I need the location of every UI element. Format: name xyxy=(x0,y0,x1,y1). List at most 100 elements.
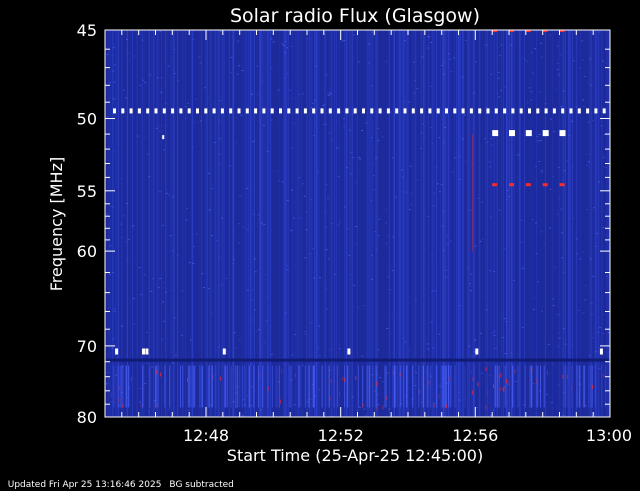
noise-speckle xyxy=(469,283,471,285)
band-hot-spot xyxy=(281,369,283,374)
noise-speckle xyxy=(427,36,430,38)
noise-speckle xyxy=(443,73,446,75)
band-hot-spot xyxy=(329,396,331,401)
noise-speckle xyxy=(331,138,334,140)
band-streak xyxy=(589,365,591,408)
band-streak xyxy=(584,365,586,408)
noise-speckle xyxy=(421,56,424,58)
noise-speckle xyxy=(257,214,260,216)
noise-speckle xyxy=(581,40,584,42)
interference-dot xyxy=(337,108,341,114)
noise-speckle xyxy=(266,296,269,298)
noise-speckle xyxy=(587,121,590,123)
noise-speckle xyxy=(449,58,452,60)
noise-speckle xyxy=(121,236,124,238)
noise-speckle xyxy=(540,42,543,44)
noise-speckle xyxy=(576,253,579,255)
noise-speckle xyxy=(385,61,388,63)
noise-speckle xyxy=(464,161,467,163)
noise-speckle xyxy=(371,278,374,280)
band-hot-spot xyxy=(498,375,500,380)
band-streak xyxy=(267,365,269,408)
noise-speckle xyxy=(294,334,297,335)
noise-speckle xyxy=(470,290,472,292)
noise-speckle xyxy=(106,213,108,215)
noise-speckle xyxy=(506,189,509,191)
noise-speckle xyxy=(370,137,373,139)
noise-speckle xyxy=(387,235,390,237)
noise-speckle xyxy=(306,401,309,403)
noise-speckle xyxy=(549,227,551,229)
band-hot-spot xyxy=(477,382,479,387)
noise-speckle xyxy=(377,235,380,237)
noise-speckle xyxy=(554,313,557,315)
noise-speckle xyxy=(553,131,556,133)
band-streak xyxy=(448,365,450,408)
noise-speckle xyxy=(113,81,116,83)
noise-speckle xyxy=(441,225,444,227)
noise-speckle xyxy=(414,385,417,386)
noise-speckle xyxy=(410,193,413,195)
noise-speckle xyxy=(505,321,507,323)
noise-speckle xyxy=(133,323,136,325)
noise-speckle xyxy=(489,414,492,416)
noise-speckle xyxy=(324,123,327,125)
noise-speckle xyxy=(491,332,494,334)
noise-speckle xyxy=(499,55,502,57)
interference-dot xyxy=(245,108,249,114)
rfi-spot xyxy=(509,183,514,187)
noise-speckle xyxy=(260,409,263,411)
band-hot-spot xyxy=(362,403,364,408)
noise-speckle xyxy=(112,98,115,99)
noise-speckle xyxy=(312,102,315,104)
noise-speckle xyxy=(361,130,363,131)
noise-speckle xyxy=(326,308,328,310)
noise-speckle xyxy=(442,210,445,212)
noise-speckle xyxy=(558,337,561,339)
band-streak xyxy=(157,365,159,408)
noise-speckle xyxy=(290,229,293,231)
band-streak xyxy=(288,365,290,408)
noise-speckle xyxy=(140,294,143,296)
noise-speckle xyxy=(325,226,328,228)
noise-speckle xyxy=(159,191,161,192)
noise-speckle xyxy=(163,149,165,151)
noise-speckle xyxy=(337,224,340,226)
noise-speckle xyxy=(378,218,381,220)
noise-speckle xyxy=(250,93,253,95)
noise-speckle xyxy=(420,33,423,35)
noise-speckle xyxy=(226,352,229,354)
noise-speckle xyxy=(539,140,542,141)
interference-dot xyxy=(279,108,282,114)
band-hot-spot xyxy=(399,372,401,377)
noise-speckle xyxy=(241,70,244,71)
noise-speckle xyxy=(476,407,479,409)
noise-speckle xyxy=(337,176,340,178)
noise-speckle xyxy=(261,81,264,83)
noise-speckle xyxy=(416,179,419,181)
band-streak xyxy=(142,365,144,408)
band-streak xyxy=(215,365,217,408)
noise-speckle xyxy=(521,326,524,328)
noise-speckle xyxy=(427,47,430,49)
noise-speckle xyxy=(325,287,328,289)
noise-speckle xyxy=(174,73,176,74)
band-hot-spot xyxy=(118,385,120,390)
interference-dot xyxy=(187,108,191,114)
noise-speckle xyxy=(535,253,538,254)
band-streak xyxy=(201,365,203,408)
interference-dot xyxy=(577,108,581,114)
noise-speckle xyxy=(454,157,457,159)
band-streak xyxy=(333,365,335,408)
noise-speckle xyxy=(590,84,593,86)
noise-speckle xyxy=(232,263,235,264)
band-hot-spot xyxy=(339,392,340,397)
noise-speckle xyxy=(442,249,445,251)
rfi-spot xyxy=(559,183,565,187)
noise-speckle xyxy=(497,77,500,79)
noise-speckle xyxy=(251,319,254,321)
noise-speckle xyxy=(302,93,305,95)
noise-speckle xyxy=(184,106,187,107)
noise-speckle xyxy=(592,337,594,339)
noise-speckle xyxy=(186,207,189,209)
